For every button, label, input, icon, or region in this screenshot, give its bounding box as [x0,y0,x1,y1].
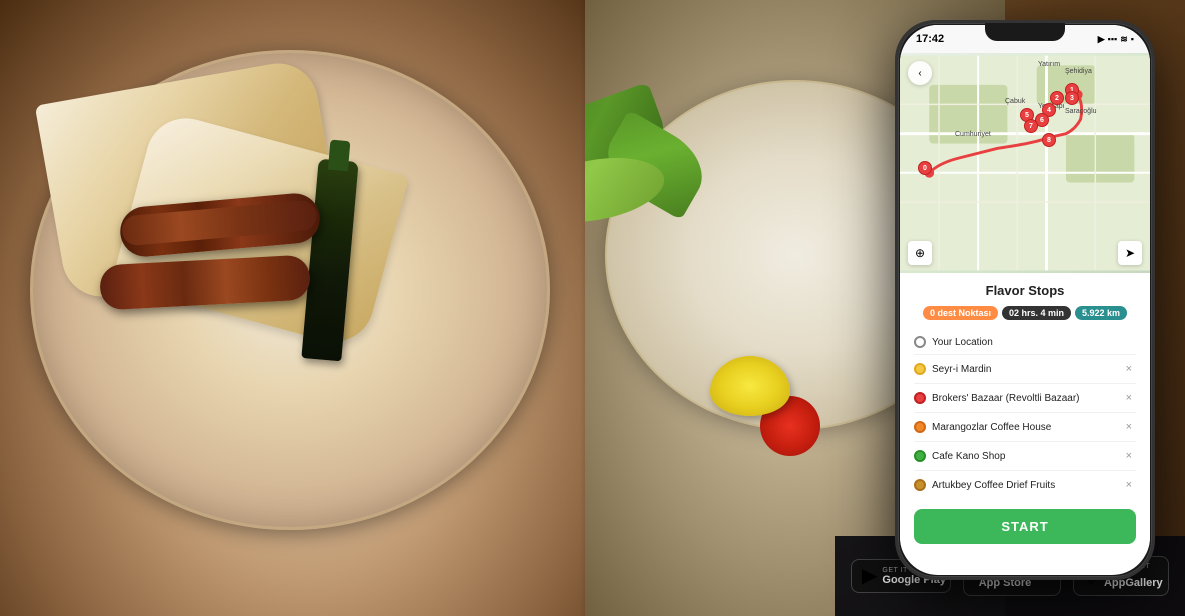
stop-name-location: Your Location [932,337,1136,348]
stop-close-3[interactable]: × [1122,419,1136,435]
stop-dot-2 [914,392,926,404]
status-time: 17:42 [916,33,944,45]
navigate-button[interactable]: ➤ [1118,241,1142,265]
map-area: Yatırım Çabuk Yenikapı Cumhuriyet Saraço… [900,53,1150,273]
map-label-cumhuriyet: Cumhuriyet [955,131,991,138]
map-label-cabuk: Çabuk [1005,98,1025,105]
stop-artukbey: Artukbey Coffee Drief Fruits × [914,471,1136,499]
map-marker-3: 3 [1065,91,1079,105]
stop-dot-1 [914,363,926,375]
map-marker-7: 7 [1024,119,1038,133]
stat-badge-time: 02 hrs. 4 min [1002,306,1071,320]
stop-name-1: Seyr-i Mardin [932,364,1116,375]
stop-dot-5 [914,479,926,491]
back-arrow-icon: ‹ [918,68,921,79]
stop-marangozlar: Marangozlar Coffee House × [914,413,1136,442]
navigate-icon: ➤ [1125,246,1135,260]
stop-name-5: Artukbey Coffee Drief Fruits [932,480,1116,491]
map-label-yatirim: Yatırım [1038,61,1060,68]
food-plate-left [0,0,620,616]
stop-brokers-bazaar: Brokers' Bazaar (Revoltli Bazaar) × [914,384,1136,413]
stop-name-2: Brokers' Bazaar (Revoltli Bazaar) [932,393,1116,404]
map-label-saracoglu: Saraçoğlu [1065,108,1097,115]
map-back-button[interactable]: ‹ [908,61,932,85]
stop-close-4[interactable]: × [1122,448,1136,464]
stop-dot-4 [914,450,926,462]
stop-name-4: Cafe Kano Shop [932,451,1116,462]
stop-close-1[interactable]: × [1122,361,1136,377]
stop-dot-3 [914,421,926,433]
stop-seyr-i-mardin: Seyr-i Mardin × [914,355,1136,384]
google-play-icon: ▶ [862,566,877,586]
battery-icon: ▪ [1131,34,1134,44]
stop-name-3: Marangozlar Coffee House [932,422,1116,433]
stat-badge-km: 5.922 km [1075,306,1127,320]
signal-icon: ▪▪▪ [1108,34,1118,44]
location-icon: ▶ [1098,34,1105,45]
phone-mockup: 17:42 ▶ ▪▪▪ ≋ ▪ [895,20,1155,580]
wifi-icon: ≋ [1120,34,1128,45]
flavor-stops-panel: Flavor Stops 0 dest Noktası 02 hrs. 4 mi… [900,273,1150,554]
flavor-stops-title: Flavor Stops [914,283,1136,298]
map-marker-8: 8 [1042,133,1056,147]
layers-button[interactable]: ⊕ [908,241,932,265]
salad-greens [585,100,785,320]
stop-your-location: Your Location [914,330,1136,355]
map-label-sehidiya: Şehidiya [1065,68,1092,75]
start-button[interactable]: START [914,509,1136,544]
stop-close-5[interactable]: × [1122,477,1136,493]
status-icons: ▶ ▪▪▪ ≋ ▪ [1098,34,1134,45]
stop-dot-location [914,336,926,348]
stats-row: 0 dest Noktası 02 hrs. 4 min 5.922 km [914,306,1136,320]
map-marker-0: 0 [918,161,932,175]
phone-notch [985,23,1065,41]
layers-icon: ⊕ [915,246,925,260]
map-svg [900,53,1150,273]
stat-badge-dest: 0 dest Noktası [923,306,998,320]
phone-screen: 17:42 ▶ ▪▪▪ ≋ ▪ [900,25,1150,575]
map-controls: ➤ [1118,241,1142,265]
stop-close-2[interactable]: × [1122,390,1136,406]
stop-cafe-kano: Cafe Kano Shop × [914,442,1136,471]
